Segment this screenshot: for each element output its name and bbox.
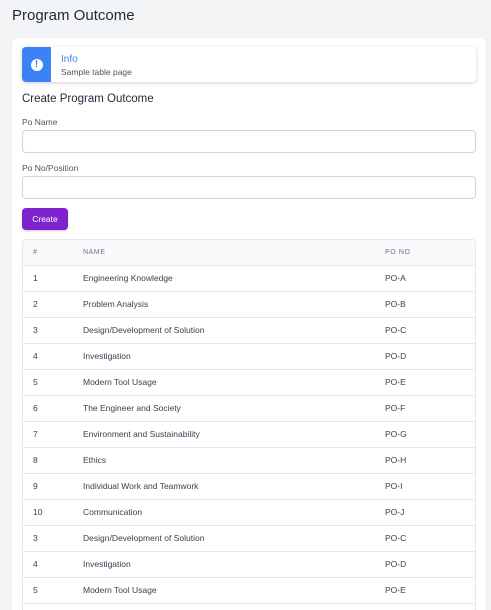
row-po-no: PO-C xyxy=(385,525,475,552)
table-row: 2 Problem Analysis PO-B xyxy=(23,291,475,318)
row-po-no: PO-D xyxy=(385,551,475,578)
row-number: 4 xyxy=(23,551,83,578)
alert-title: Info xyxy=(61,54,78,65)
po-position-input[interactable] xyxy=(22,176,476,199)
table-row: 5 Modern Tool Usage PO-E xyxy=(23,369,475,396)
table-row: 8 Ethics PO-H xyxy=(23,447,475,474)
page-title: Program Outcome xyxy=(12,7,135,24)
column-header-number: # xyxy=(23,240,83,266)
row-po-no: PO-E xyxy=(385,577,475,604)
row-po-no: PO-A xyxy=(385,265,475,292)
po-position-label: Po No/Position xyxy=(22,163,79,173)
table-row: 5 Modern Tool Usage PO-E xyxy=(23,577,475,604)
row-name: Communication xyxy=(83,499,385,526)
row-name: Modern Tool Usage xyxy=(83,369,385,396)
row-name: Problem Analysis xyxy=(83,291,385,318)
create-button[interactable]: Create xyxy=(22,208,68,230)
form-title: Create Program Outcome xyxy=(22,93,154,105)
info-icon: ! xyxy=(30,58,43,71)
table-row: 4 Investigation PO-D xyxy=(23,343,475,370)
row-number: 4 xyxy=(23,343,83,370)
row-number: 5 xyxy=(23,577,83,604)
table-row: 4 Investigation PO-D xyxy=(23,551,475,578)
row-number: 3 xyxy=(23,317,83,344)
row-number: 1 xyxy=(23,265,83,292)
table-row: 1 Engineering Knowledge PO-A xyxy=(23,265,475,292)
alert-text: Sample table page xyxy=(61,67,132,77)
table-row: 10 Communication PO-J xyxy=(23,499,475,526)
row-name: Investigation xyxy=(83,551,385,578)
row-number: 7 xyxy=(23,421,83,448)
column-header-name: NAME xyxy=(83,240,385,266)
outcome-table: # NAME PO NO 1 Engineering Knowledge PO-… xyxy=(22,239,476,610)
row-number: 8 xyxy=(23,447,83,474)
row-name: Ethics xyxy=(83,447,385,474)
info-alert: ! Info Sample table page xyxy=(22,47,476,82)
row-po-no: PO-H xyxy=(385,447,475,474)
table-row: 6 The Engineer and Society PO-F xyxy=(23,395,475,422)
row-name: Design/Development of Solution xyxy=(83,525,385,552)
row-name: Modern Tool Usage xyxy=(83,577,385,604)
table-row: 7 Environment and Sustainability PO-G xyxy=(23,421,475,448)
row-number: 10 xyxy=(23,499,83,526)
row-number: 5 xyxy=(23,369,83,396)
row-name: The Engineer and Society xyxy=(83,395,385,422)
row-po-no: PO-I xyxy=(385,473,475,500)
row-po-no: PO-J xyxy=(385,499,475,526)
table-row: 9 Individual Work and Teamwork PO-I xyxy=(23,473,475,500)
row-name: Investigation xyxy=(83,343,385,370)
row-number: 2 xyxy=(23,291,83,318)
row-name: Engineering Knowledge xyxy=(83,265,385,292)
row-po-no: PO-G xyxy=(385,421,475,448)
alert-accent: ! xyxy=(22,47,51,82)
row-number: 9 xyxy=(23,473,83,500)
row-number: 3 xyxy=(23,525,83,552)
row-po-no: PO-C xyxy=(385,317,475,344)
row-name: Individual Work and Teamwork xyxy=(83,473,385,500)
table-row: 3 Design/Development of Solution PO-C xyxy=(23,317,475,344)
table-header-row: # NAME PO NO xyxy=(23,240,475,266)
row-name: Environment and Sustainability xyxy=(83,421,385,448)
row-po-no: PO-E xyxy=(385,369,475,396)
row-number: 6 xyxy=(23,395,83,422)
po-name-input[interactable] xyxy=(22,130,476,153)
program-outcome-card: ! Info Sample table page Create Program … xyxy=(12,38,486,610)
column-header-po-no: PO NO xyxy=(385,240,475,266)
row-name: Design/Development of Solution xyxy=(83,317,385,344)
row-po-no: PO-B xyxy=(385,291,475,318)
table-row: 3 Design/Development of Solution PO-C xyxy=(23,525,475,552)
row-po-no: PO-F xyxy=(385,395,475,422)
po-name-label: Po Name xyxy=(22,117,58,127)
row-po-no: PO-D xyxy=(385,343,475,370)
